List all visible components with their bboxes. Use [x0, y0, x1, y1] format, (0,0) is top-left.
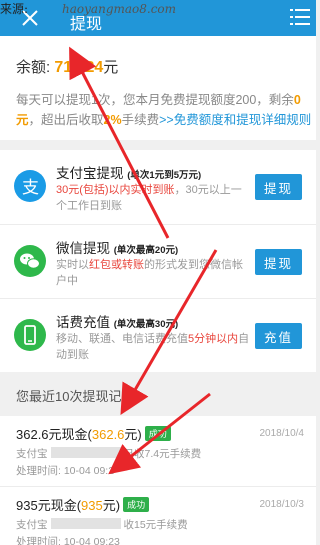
status-badge: 成功	[144, 426, 171, 441]
record-date: 2018/10/3	[259, 499, 305, 510]
record-title: 362.6元现金(362.6元) 成功	[16, 424, 171, 443]
method-desc: 移动、联通、电信话费充值5分钟以内自动到账	[56, 333, 250, 361]
source-watermark: 来源: haoyangmao8.com	[0, 2, 177, 16]
wechat-icon	[14, 245, 46, 277]
history-record[interactable]: 935元现金(935元) 成功 2018/10/3 支付宝 收15元手续费 处理时间…	[0, 486, 316, 545]
redacted-block	[50, 447, 121, 458]
record-account-line: 支付宝 已收7.4元手续费	[16, 447, 202, 460]
phone-recharge-icon	[14, 319, 46, 351]
method-desc: 实时以红包或转账的形式发到您微信帐户中	[56, 259, 243, 287]
record-date: 2018/10/4	[259, 428, 305, 439]
record-account-line: 支付宝 收15元手续费	[16, 518, 188, 531]
balance-note: 每天可以提现1次，您本月免费提现额度200，剩余0元，超出后收取2%手续费>>免…	[16, 93, 312, 127]
record-title: 935元现金(935元) 成功	[16, 495, 150, 514]
withdraw-methods: 支 支付宝提现 (单次1元到5万元) 30元(包括)以内实时到账，30元以上一个…	[0, 150, 316, 372]
rules-link[interactable]: >>免费额度和提现详细规则	[159, 113, 311, 127]
method-wechat: 微信提现 (单次最高20元) 实时以红包或转账的形式发到您微信帐户中 提现	[0, 224, 316, 298]
balance-line: 余额: 714.24元	[16, 59, 119, 76]
status-badge: 成功	[123, 497, 150, 512]
watermark-url: haoyangmao8.com	[62, 2, 177, 16]
history-list: 362.6元现金(362.6元) 成功 2018/10/4 支付宝 已收7.4元手续…	[0, 416, 316, 545]
method-title: 微信提现 (单次最高20元)	[56, 241, 179, 256]
method-alipay: 支 支付宝提现 (单次1元到5万元) 30元(包括)以内实时到账，30元以上一个…	[0, 150, 316, 224]
balance-amount: 714.24	[54, 59, 104, 76]
phone-recharge-button[interactable]: 充值	[255, 323, 302, 349]
svg-text:支: 支	[22, 178, 39, 198]
method-phone-recharge: 话费充值 (单次最高30元) 移动、联通、电信话费充值5分钟以内自动到账 充值	[0, 298, 316, 372]
record-time: 处理时间: 10-04 09:2	[16, 465, 115, 477]
alipay-withdraw-button[interactable]: 提现	[255, 174, 302, 200]
method-title: 话费充值 (单次最高30元)	[56, 315, 179, 330]
method-desc: 30元(包括)以内实时到账，30元以上一个工作日到账	[56, 184, 242, 212]
redacted-block	[50, 518, 121, 529]
alipay-icon: 支	[14, 170, 46, 202]
method-title: 支付宝提现 (单次1元到5万元)	[56, 166, 202, 181]
wechat-withdraw-button[interactable]: 提现	[255, 249, 302, 275]
history-title: 您最近10次提现记录	[16, 389, 135, 404]
list-menu-icon[interactable]	[290, 8, 310, 26]
record-time: 处理时间: 10-04 09:23	[16, 536, 120, 545]
balance-card: 余额: 714.24元 每天可以提现1次，您本月免费提现额度200，剩余0元，超…	[0, 36, 316, 140]
history-record[interactable]: 362.6元现金(362.6元) 成功 2018/10/4 支付宝 已收7.4元手续…	[0, 416, 316, 486]
